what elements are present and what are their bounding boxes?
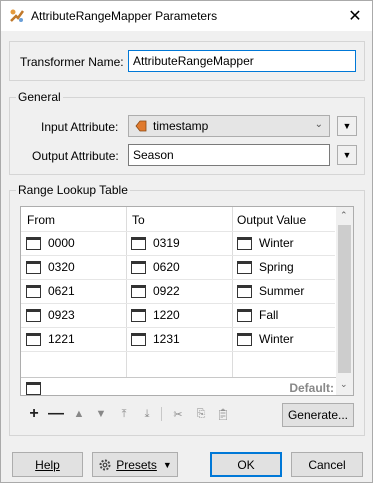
range-lookup-title: Range Lookup Table: [16, 183, 130, 197]
table-cell-from[interactable]: 1221: [26, 328, 75, 350]
output-attribute-label: Output Attribute:: [32, 149, 119, 163]
dialog-window: AttributeRangeMapper Parameters ✕ Transf…: [0, 0, 373, 483]
table-cell-to[interactable]: 0620: [131, 256, 180, 278]
table-cell-output-value[interactable]: Winter: [237, 232, 294, 254]
column-header-output-value[interactable]: Output Value: [237, 213, 306, 227]
app-icon: [10, 9, 25, 22]
chevron-down-icon: ⌄: [314, 119, 323, 130]
general-group-title: General: [16, 90, 63, 104]
ok-button[interactable]: OK: [210, 452, 282, 477]
text-value-icon: [26, 308, 41, 322]
input-attribute-label: Input Attribute:: [41, 120, 119, 134]
attribute-icon: [135, 120, 147, 132]
text-value-icon: [237, 332, 252, 346]
close-button[interactable]: ✕: [338, 1, 372, 31]
presets-button[interactable]: Presets ▼: [92, 452, 178, 477]
text-value-icon: [131, 236, 146, 250]
text-value-icon: [237, 308, 252, 322]
input-attribute-menu-button[interactable]: ▼: [337, 116, 357, 136]
table-cell-output-value[interactable]: Summer: [237, 280, 304, 302]
cut-icon[interactable]: ✂: [169, 405, 187, 423]
triangle-down-icon: ▼: [342, 150, 352, 160]
table-cell-output-value[interactable]: Spring: [237, 256, 294, 278]
text-value-icon: [26, 332, 41, 346]
table-cell-to[interactable]: 1220: [131, 304, 180, 326]
copy-icon[interactable]: ⎘: [192, 405, 210, 423]
table-cell-from[interactable]: 0320: [26, 256, 75, 278]
text-value-icon: [131, 308, 146, 322]
close-icon: ✕: [348, 8, 362, 25]
move-up-icon[interactable]: ▲: [70, 405, 88, 423]
default-value-row[interactable]: Default:: [21, 377, 336, 395]
move-down-icon[interactable]: ▼: [92, 405, 110, 423]
general-group: General Input Attribute: timestamp ⌄ ▼ O…: [9, 90, 365, 175]
table-cell-output-value[interactable]: Fall: [237, 304, 278, 326]
window-title: AttributeRangeMapper Parameters: [31, 9, 218, 23]
range-lookup-table: From To Output Value 0000 0319 Winter 03…: [20, 206, 354, 396]
table-cell-from[interactable]: 0000: [26, 232, 75, 254]
text-value-icon: [237, 236, 252, 250]
column-header-from[interactable]: From: [27, 213, 55, 227]
title-bar: AttributeRangeMapper Parameters ✕: [1, 1, 372, 31]
move-bottom-icon[interactable]: ⤓: [138, 405, 156, 423]
text-value-icon: [26, 260, 41, 274]
generate-button[interactable]: Generate...: [282, 403, 354, 427]
scroll-down-icon[interactable]: ⌄: [340, 379, 348, 390]
cancel-button[interactable]: Cancel: [291, 452, 363, 477]
output-attribute-input[interactable]: Season: [128, 144, 330, 166]
transformer-group: Transformer Name: AttributeRangeMapper: [9, 41, 365, 81]
input-attribute-select[interactable]: timestamp ⌄: [128, 115, 330, 137]
table-cell-to[interactable]: 0319: [131, 232, 180, 254]
table-cell-to[interactable]: 0922: [131, 280, 180, 302]
text-value-icon: [237, 284, 252, 298]
table-scrollbar[interactable]: ⌃ ⌄: [336, 207, 353, 395]
input-attribute-value: timestamp: [153, 119, 209, 133]
transformer-name-label: Transformer Name:: [20, 55, 124, 69]
table-cell-output-value[interactable]: Winter: [237, 328, 294, 350]
transformer-name-input[interactable]: AttributeRangeMapper: [128, 50, 356, 72]
remove-row-icon[interactable]: —: [47, 405, 65, 423]
text-value-icon: [131, 332, 146, 346]
column-header-to[interactable]: To: [132, 213, 145, 227]
text-value-icon: [26, 236, 41, 250]
triangle-down-icon: ▼: [162, 459, 172, 470]
output-attribute-menu-button[interactable]: ▼: [337, 145, 357, 165]
text-value-icon: [26, 382, 41, 395]
help-button[interactable]: Help: [12, 452, 83, 477]
text-value-icon: [26, 284, 41, 298]
table-cell-from[interactable]: 0923: [26, 304, 75, 326]
text-value-icon: [131, 284, 146, 298]
add-row-icon[interactable]: +: [25, 405, 43, 423]
gear-icon: [99, 459, 111, 470]
scrollbar-thumb[interactable]: [338, 225, 351, 373]
table-cell-from[interactable]: 0621: [26, 280, 75, 302]
paste-icon[interactable]: 📋︎: [214, 405, 232, 423]
toolbar-divider: [161, 407, 162, 421]
text-value-icon: [131, 260, 146, 274]
table-cell-to[interactable]: 1231: [131, 328, 180, 350]
default-label: Default:: [289, 381, 334, 395]
scroll-up-icon[interactable]: ⌃: [340, 210, 348, 221]
move-top-icon[interactable]: ⤒: [115, 405, 133, 423]
text-value-icon: [237, 260, 252, 274]
triangle-down-icon: ▼: [342, 121, 352, 131]
